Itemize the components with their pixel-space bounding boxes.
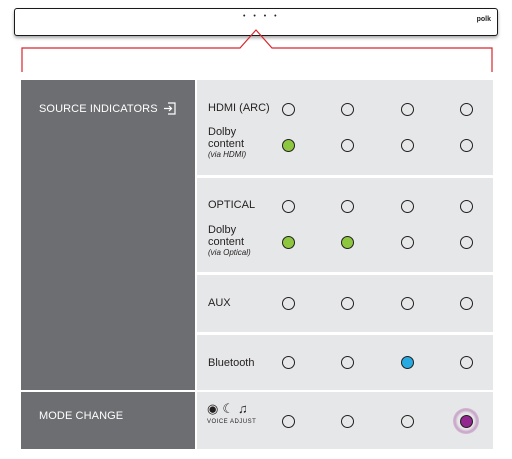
indicator-light [281,414,295,428]
music-icon: ♫ [238,401,252,416]
indicator-light [340,355,354,369]
mode-change-label: MODE CHANGE [39,410,124,422]
mode-change-panel: MODE CHANGE [21,392,195,449]
row-label-dolby-hdmi: Dolby content (via HDMI) [208,126,247,159]
indicator-light [400,102,414,116]
indicator-light [281,138,295,152]
row-group-hdmi: HDMI (ARC) Dolby content (via HDMI) [197,80,493,175]
indicator-light [459,199,473,213]
row-label-dolby-optical: Dolby content (via Optical) [208,224,251,257]
indicator-light [459,296,473,310]
indicator-light [340,235,354,249]
indicator-light [281,235,295,249]
indicator-light [400,414,414,428]
row-label-hdmi: HDMI (ARC) [208,102,270,114]
indicator-light [400,235,414,249]
indicator-light [340,102,354,116]
row-group-optical: OPTICAL Dolby content (via Optical) [197,178,493,272]
indicator-light [459,235,473,249]
voice-adjust-label: VOICE ADJUST [207,419,257,425]
indicator-light [400,199,414,213]
indicator-light [340,414,354,428]
indicator-light [281,355,295,369]
indicator-light [340,296,354,310]
row-label-aux: AUX [208,297,231,309]
row-label-optical: OPTICAL [208,199,256,211]
indicator-light [459,102,473,116]
source-input-icon [163,102,176,115]
movie-icon: ◉ [207,401,223,416]
indicator-light [400,355,414,369]
indicator-light [340,138,354,152]
indicator-light [459,414,473,428]
indicator-light [400,296,414,310]
indicator-light [459,355,473,369]
mode-icons: ◉☾♫ VOICE ADJUST [207,401,267,425]
indicator-light [340,199,354,213]
indicator-light [281,199,295,213]
indicator-light [281,296,295,310]
night-icon: ☾ [222,401,238,416]
indicator-light [400,138,414,152]
indicator-light [459,138,473,152]
indicator-light [281,102,295,116]
callout-bracket [21,29,493,72]
source-indicators-label: SOURCE INDICATORS [39,102,158,115]
row-label-bluetooth: Bluetooth [208,357,255,369]
source-indicators-panel: SOURCE INDICATORS [21,80,195,390]
